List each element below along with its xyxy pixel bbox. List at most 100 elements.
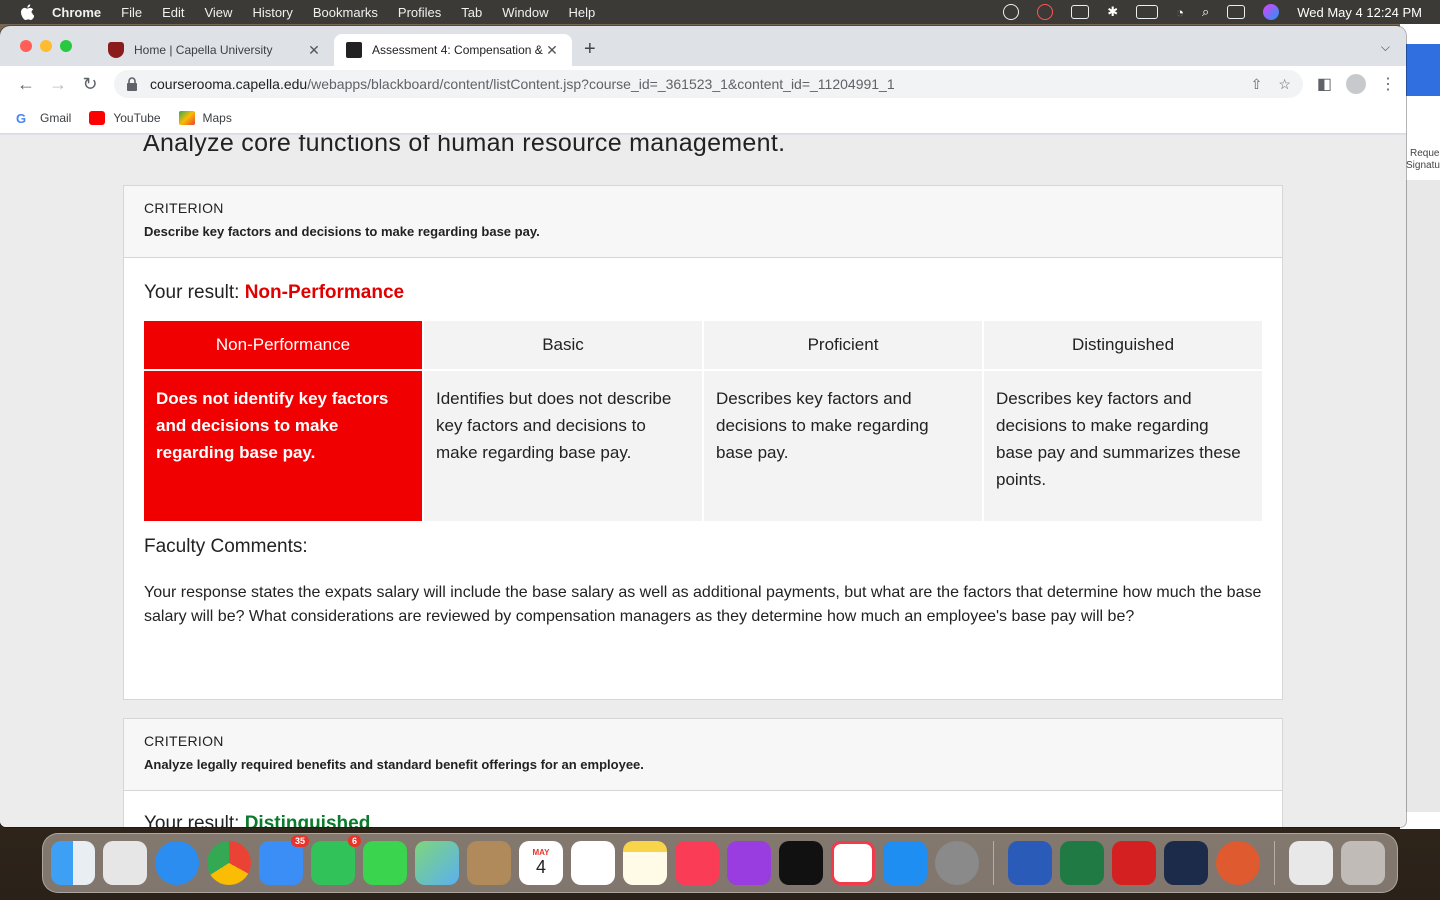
- vpn-shield-icon[interactable]: [1164, 841, 1208, 885]
- powerpoint-icon[interactable]: [1216, 841, 1260, 885]
- window-controls: [20, 40, 72, 52]
- menubar-clock[interactable]: Wed May 4 12:24 PM: [1297, 5, 1422, 20]
- news-icon[interactable]: [831, 841, 875, 885]
- notes-icon[interactable]: [623, 841, 667, 885]
- lock-icon[interactable]: [126, 77, 138, 91]
- music-icon[interactable]: [675, 841, 719, 885]
- status-check-icon[interactable]: [1003, 4, 1020, 20]
- contacts-icon[interactable]: [467, 841, 511, 885]
- apple-icon[interactable]: [18, 3, 36, 21]
- bluetooth-icon[interactable]: ✱: [1107, 4, 1118, 20]
- menu-file[interactable]: File: [121, 5, 142, 20]
- background-window-label-2: Signatu: [1406, 160, 1440, 171]
- chrome-icon[interactable]: [207, 841, 251, 885]
- criterion-label: CRITERION: [144, 200, 224, 216]
- menu-profiles[interactable]: Profiles: [398, 5, 441, 20]
- bookmark-youtube[interactable]: YouTube: [89, 110, 161, 125]
- new-tab-button[interactable]: +: [584, 38, 596, 61]
- result-prefix: Your result:: [144, 282, 245, 303]
- page-content: Analyze core functions of human resource…: [0, 135, 1406, 827]
- faculty-comments-text: Your response states the expats salary w…: [144, 584, 1262, 625]
- bookmark-star-icon[interactable]: ☆: [1278, 76, 1291, 93]
- app-store-icon[interactable]: [883, 841, 927, 885]
- dock-separator: [1274, 841, 1275, 885]
- url-path: /webapps/blackboard/content/listContent.…: [307, 76, 895, 92]
- launchpad-icon[interactable]: [103, 841, 147, 885]
- maps-icon: [178, 110, 195, 125]
- profile-avatar-icon[interactable]: [1346, 74, 1366, 94]
- rubric-table: Non-Performance Basic Proficient Disting…: [144, 321, 1262, 521]
- criterion-header: CRITERION Describe key factors and decis…: [124, 186, 1282, 258]
- result-prefix: Your result:: [144, 813, 245, 827]
- bookmark-gmail[interactable]: G Gmail: [16, 110, 71, 126]
- keyboard-icon[interactable]: [1071, 5, 1090, 19]
- rubric-header-distinguished: Distinguished: [984, 321, 1262, 369]
- address-bar[interactable]: courserooma.capella.edu/webapps/blackboa…: [114, 70, 1303, 98]
- mac-menubar: Chrome File Edit View History Bookmarks …: [0, 0, 1440, 24]
- share-icon[interactable]: ⇧: [1251, 76, 1263, 93]
- side-panel-icon[interactable]: ◧: [1317, 74, 1332, 94]
- menu-edit[interactable]: Edit: [162, 5, 184, 20]
- result-line: Your result: Distinguished: [144, 813, 370, 827]
- rubric-header-proficient: Proficient: [704, 321, 982, 369]
- tab-home-capella[interactable]: Home | Capella University ✕: [96, 34, 334, 66]
- tab-search-chevron-icon[interactable]: ⌵: [1381, 40, 1390, 55]
- acrobat-icon[interactable]: [1112, 841, 1156, 885]
- dock-separator: [993, 841, 994, 885]
- bookmark-label: YouTube: [113, 110, 161, 125]
- excel-icon[interactable]: [1060, 841, 1104, 885]
- reminders-icon[interactable]: [571, 841, 615, 885]
- safari-icon[interactable]: [155, 841, 199, 885]
- search-icon[interactable]: ⌕: [1202, 4, 1209, 20]
- reload-button[interactable]: ↻: [74, 70, 106, 98]
- chrome-window: Home | Capella University ✕ Assessment 4…: [0, 26, 1406, 827]
- zoom-window-button[interactable]: [60, 40, 72, 52]
- more-menu-icon[interactable]: ⋮: [1380, 74, 1396, 94]
- control-center-icon[interactable]: [1227, 5, 1246, 19]
- messages-icon[interactable]: [363, 841, 407, 885]
- menu-app-name[interactable]: Chrome: [52, 5, 101, 20]
- bookmark-maps[interactable]: Maps: [178, 110, 232, 125]
- close-tab-icon[interactable]: ✕: [306, 42, 322, 59]
- close-tab-icon[interactable]: ✕: [544, 42, 560, 59]
- facetime-icon[interactable]: 6: [311, 835, 361, 885]
- battery-icon[interactable]: [1136, 5, 1159, 19]
- tab-title: Home | Capella University: [134, 43, 273, 57]
- minimize-window-button[interactable]: [40, 40, 52, 52]
- calendar-icon[interactable]: MAY 4: [519, 841, 563, 885]
- menu-bookmarks[interactable]: Bookmarks: [313, 5, 378, 20]
- wifi-icon[interactable]: ◔: [1176, 5, 1184, 20]
- menu-window[interactable]: Window: [502, 5, 548, 20]
- criterion-card: CRITERION Analyze legally required benef…: [123, 718, 1283, 827]
- creative-cloud-icon[interactable]: [1037, 4, 1054, 20]
- result-line: Your result: Non-Performance: [144, 282, 404, 304]
- back-button[interactable]: ←: [10, 70, 42, 98]
- calendar-day: 4: [535, 857, 546, 877]
- rubric-cell-non-performance: Does not identify key factors and decisi…: [144, 371, 422, 521]
- podcasts-icon[interactable]: [727, 841, 771, 885]
- close-window-button[interactable]: [20, 40, 32, 52]
- menu-history[interactable]: History: [252, 5, 292, 20]
- criterion-description: Analyze legally required benefits and st…: [144, 757, 644, 772]
- tab-strip: Home | Capella University ✕ Assessment 4…: [0, 26, 1406, 66]
- calendar-month: MAY: [532, 848, 550, 857]
- background-window-label-1: Reque: [1410, 148, 1440, 159]
- google-icon: G: [16, 110, 27, 126]
- apple-tv-icon[interactable]: [779, 841, 823, 885]
- menu-help[interactable]: Help: [569, 5, 596, 20]
- trash-icon[interactable]: [1341, 841, 1385, 885]
- bookmark-label: Maps: [202, 110, 232, 125]
- system-preferences-icon[interactable]: [935, 841, 979, 885]
- finder-icon[interactable]: [51, 841, 95, 885]
- downloads-stack-icon[interactable]: [1289, 841, 1333, 885]
- word-icon[interactable]: [1008, 841, 1052, 885]
- maps-app-icon[interactable]: [415, 841, 459, 885]
- menu-tab[interactable]: Tab: [461, 5, 482, 20]
- menu-view[interactable]: View: [204, 5, 232, 20]
- forward-button[interactable]: →: [42, 70, 74, 98]
- rubric-cell-distinguished: Describes key factors and decisions to m…: [984, 371, 1262, 521]
- siri-icon[interactable]: [1263, 4, 1280, 20]
- rubric-cell-basic: Identifies but does not describe key fac…: [424, 371, 702, 521]
- mail-icon[interactable]: 35: [259, 835, 309, 885]
- tab-assessment[interactable]: Assessment 4: Compensation & ✕: [334, 34, 572, 66]
